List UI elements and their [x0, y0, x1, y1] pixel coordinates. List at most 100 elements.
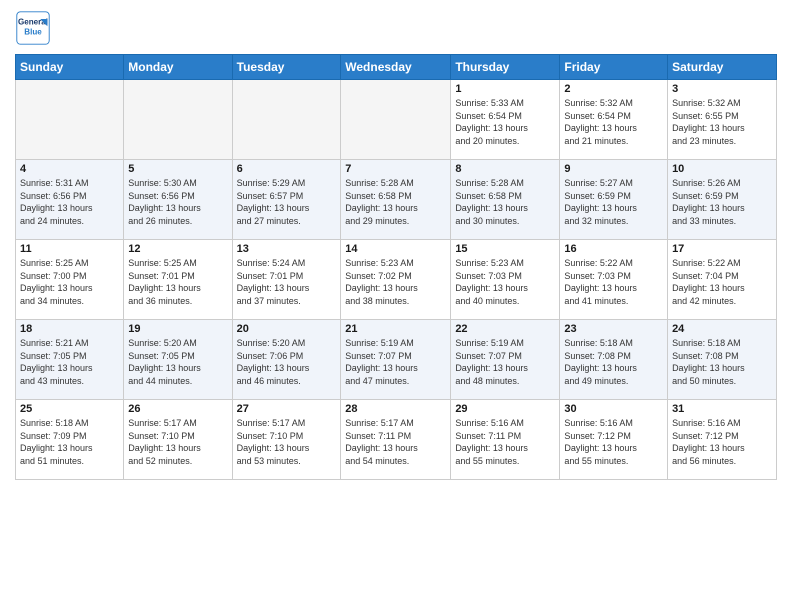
day-number: 12	[128, 243, 227, 255]
weekday-header-tuesday: Tuesday	[232, 55, 341, 80]
calendar-cell: 11 Sunrise: 5:25 AM Sunset: 7:00 PM Dayli…	[16, 240, 124, 320]
calendar-cell: 1Sunrise: 5:33 AM Sunset: 6:54 PM Daylig…	[451, 80, 560, 160]
day-info: Sunrise: 5:27 AM Sunset: 6:59 PM Dayligh…	[564, 177, 663, 227]
day-number: 13	[237, 243, 337, 255]
day-number: 30	[564, 403, 663, 415]
calendar-week-2: 4Sunrise: 5:31 AM Sunset: 6:56 PM Daylig…	[16, 160, 777, 240]
day-number: 7	[345, 163, 446, 175]
calendar-cell: 26 Sunrise: 5:17 AM Sunset: 7:10 PM Dayli…	[124, 400, 232, 480]
day-number: 24	[672, 323, 772, 335]
day-info: Sunrise: 5:20 AM Sunset: 7:05 PM Dayligh…	[128, 337, 227, 387]
day-info: Sunrise: 5:24 AM Sunset: 7:01 PM Dayligh…	[237, 257, 337, 307]
calendar-cell: 7 Sunrise: 5:28 AM Sunset: 6:58 PM Daylig…	[341, 160, 451, 240]
calendar-cell: 13 Sunrise: 5:24 AM Sunset: 7:01 PM Dayli…	[232, 240, 341, 320]
calendar-cell: 20 Sunrise: 5:20 AM Sunset: 7:06 PM Dayli…	[232, 320, 341, 400]
calendar-cell: 2 Sunrise: 5:32 AM Sunset: 6:54 PM Daylig…	[560, 80, 668, 160]
day-number: 17	[672, 243, 772, 255]
day-info: Sunrise: 5:22 AM Sunset: 7:04 PM Dayligh…	[672, 257, 772, 307]
day-info: Sunrise: 5:16 AM Sunset: 7:12 PM Dayligh…	[672, 417, 772, 467]
logo: General Blue	[15, 10, 55, 46]
day-number: 31	[672, 403, 772, 415]
calendar-cell: 30Sunrise: 5:16 AM Sunset: 7:12 PM Dayli…	[560, 400, 668, 480]
calendar-cell: 12 Sunrise: 5:25 AM Sunset: 7:01 PM Dayli…	[124, 240, 232, 320]
day-info: Sunrise: 5:18 AM Sunset: 7:09 PM Dayligh…	[20, 417, 119, 467]
weekday-header-saturday: Saturday	[668, 55, 777, 80]
svg-text:Blue: Blue	[24, 27, 42, 36]
day-info: Sunrise: 5:18 AM Sunset: 7:08 PM Dayligh…	[672, 337, 772, 387]
page-header: General Blue	[15, 10, 777, 46]
day-info: Sunrise: 5:18 AM Sunset: 7:08 PM Dayligh…	[564, 337, 663, 387]
day-number: 28	[345, 403, 446, 415]
day-info: Sunrise: 5:17 AM Sunset: 7:10 PM Dayligh…	[237, 417, 337, 467]
day-number: 27	[237, 403, 337, 415]
calendar-cell: 25 Sunrise: 5:18 AM Sunset: 7:09 PM Dayli…	[16, 400, 124, 480]
calendar-cell	[124, 80, 232, 160]
calendar-cell: 16Sunrise: 5:22 AM Sunset: 7:03 PM Dayli…	[560, 240, 668, 320]
weekday-header-friday: Friday	[560, 55, 668, 80]
day-number: 20	[237, 323, 337, 335]
calendar-cell: 24 Sunrise: 5:18 AM Sunset: 7:08 PM Dayli…	[668, 320, 777, 400]
calendar-cell: 9 Sunrise: 5:27 AM Sunset: 6:59 PM Daylig…	[560, 160, 668, 240]
calendar-cell: 10 Sunrise: 5:26 AM Sunset: 6:59 PM Dayli…	[668, 160, 777, 240]
day-number: 6	[237, 163, 337, 175]
calendar-cell	[341, 80, 451, 160]
day-info: Sunrise: 5:17 AM Sunset: 7:10 PM Dayligh…	[128, 417, 227, 467]
calendar-cell: 6Sunrise: 5:29 AM Sunset: 6:57 PM Daylig…	[232, 160, 341, 240]
calendar-cell: 19 Sunrise: 5:20 AM Sunset: 7:05 PM Dayli…	[124, 320, 232, 400]
calendar-cell	[16, 80, 124, 160]
day-number: 25	[20, 403, 119, 415]
calendar-cell: 17 Sunrise: 5:22 AM Sunset: 7:04 PM Dayli…	[668, 240, 777, 320]
calendar-cell: 15Sunrise: 5:23 AM Sunset: 7:03 PM Dayli…	[451, 240, 560, 320]
weekday-header-monday: Monday	[124, 55, 232, 80]
day-number: 29	[455, 403, 555, 415]
day-info: Sunrise: 5:28 AM Sunset: 6:58 PM Dayligh…	[455, 177, 555, 227]
calendar-cell: 27 Sunrise: 5:17 AM Sunset: 7:10 PM Dayli…	[232, 400, 341, 480]
calendar-week-3: 11 Sunrise: 5:25 AM Sunset: 7:00 PM Dayli…	[16, 240, 777, 320]
day-info: Sunrise: 5:21 AM Sunset: 7:05 PM Dayligh…	[20, 337, 119, 387]
calendar-header-row: SundayMondayTuesdayWednesdayThursdayFrid…	[16, 55, 777, 80]
calendar-cell	[232, 80, 341, 160]
day-number: 3	[672, 83, 772, 95]
day-number: 21	[345, 323, 446, 335]
calendar-cell: 28 Sunrise: 5:17 AM Sunset: 7:11 PM Dayli…	[341, 400, 451, 480]
day-number: 15	[455, 243, 555, 255]
calendar-cell: 3Sunrise: 5:32 AM Sunset: 6:55 PM Daylig…	[668, 80, 777, 160]
weekday-header-thursday: Thursday	[451, 55, 560, 80]
day-info: Sunrise: 5:28 AM Sunset: 6:58 PM Dayligh…	[345, 177, 446, 227]
calendar-cell: 29 Sunrise: 5:16 AM Sunset: 7:11 PM Dayli…	[451, 400, 560, 480]
day-number: 10	[672, 163, 772, 175]
calendar-cell: 8Sunrise: 5:28 AM Sunset: 6:58 PM Daylig…	[451, 160, 560, 240]
day-info: Sunrise: 5:25 AM Sunset: 7:00 PM Dayligh…	[20, 257, 119, 307]
day-number: 19	[128, 323, 227, 335]
calendar-cell: 4Sunrise: 5:31 AM Sunset: 6:56 PM Daylig…	[16, 160, 124, 240]
day-number: 11	[20, 243, 119, 255]
calendar-cell: 31 Sunrise: 5:16 AM Sunset: 7:12 PM Dayli…	[668, 400, 777, 480]
calendar-cell: 5Sunrise: 5:30 AM Sunset: 6:56 PM Daylig…	[124, 160, 232, 240]
calendar-week-5: 25 Sunrise: 5:18 AM Sunset: 7:09 PM Dayli…	[16, 400, 777, 480]
calendar-week-4: 18Sunrise: 5:21 AM Sunset: 7:05 PM Dayli…	[16, 320, 777, 400]
calendar-table: SundayMondayTuesdayWednesdayThursdayFrid…	[15, 54, 777, 480]
day-info: Sunrise: 5:33 AM Sunset: 6:54 PM Dayligh…	[455, 97, 555, 147]
calendar-cell: 18Sunrise: 5:21 AM Sunset: 7:05 PM Dayli…	[16, 320, 124, 400]
logo-icon: General Blue	[15, 10, 51, 46]
calendar-week-1: 1Sunrise: 5:33 AM Sunset: 6:54 PM Daylig…	[16, 80, 777, 160]
day-info: Sunrise: 5:26 AM Sunset: 6:59 PM Dayligh…	[672, 177, 772, 227]
day-info: Sunrise: 5:32 AM Sunset: 6:54 PM Dayligh…	[564, 97, 663, 147]
day-info: Sunrise: 5:17 AM Sunset: 7:11 PM Dayligh…	[345, 417, 446, 467]
calendar-cell: 14 Sunrise: 5:23 AM Sunset: 7:02 PM Dayli…	[341, 240, 451, 320]
calendar-cell: 23 Sunrise: 5:18 AM Sunset: 7:08 PM Dayli…	[560, 320, 668, 400]
day-info: Sunrise: 5:16 AM Sunset: 7:11 PM Dayligh…	[455, 417, 555, 467]
day-number: 9	[564, 163, 663, 175]
day-number: 14	[345, 243, 446, 255]
day-number: 26	[128, 403, 227, 415]
day-info: Sunrise: 5:19 AM Sunset: 7:07 PM Dayligh…	[455, 337, 555, 387]
calendar-cell: 22 Sunrise: 5:19 AM Sunset: 7:07 PM Dayli…	[451, 320, 560, 400]
day-info: Sunrise: 5:31 AM Sunset: 6:56 PM Dayligh…	[20, 177, 119, 227]
day-number: 23	[564, 323, 663, 335]
day-info: Sunrise: 5:23 AM Sunset: 7:02 PM Dayligh…	[345, 257, 446, 307]
day-number: 22	[455, 323, 555, 335]
day-info: Sunrise: 5:25 AM Sunset: 7:01 PM Dayligh…	[128, 257, 227, 307]
day-info: Sunrise: 5:20 AM Sunset: 7:06 PM Dayligh…	[237, 337, 337, 387]
day-info: Sunrise: 5:30 AM Sunset: 6:56 PM Dayligh…	[128, 177, 227, 227]
day-number: 2	[564, 83, 663, 95]
